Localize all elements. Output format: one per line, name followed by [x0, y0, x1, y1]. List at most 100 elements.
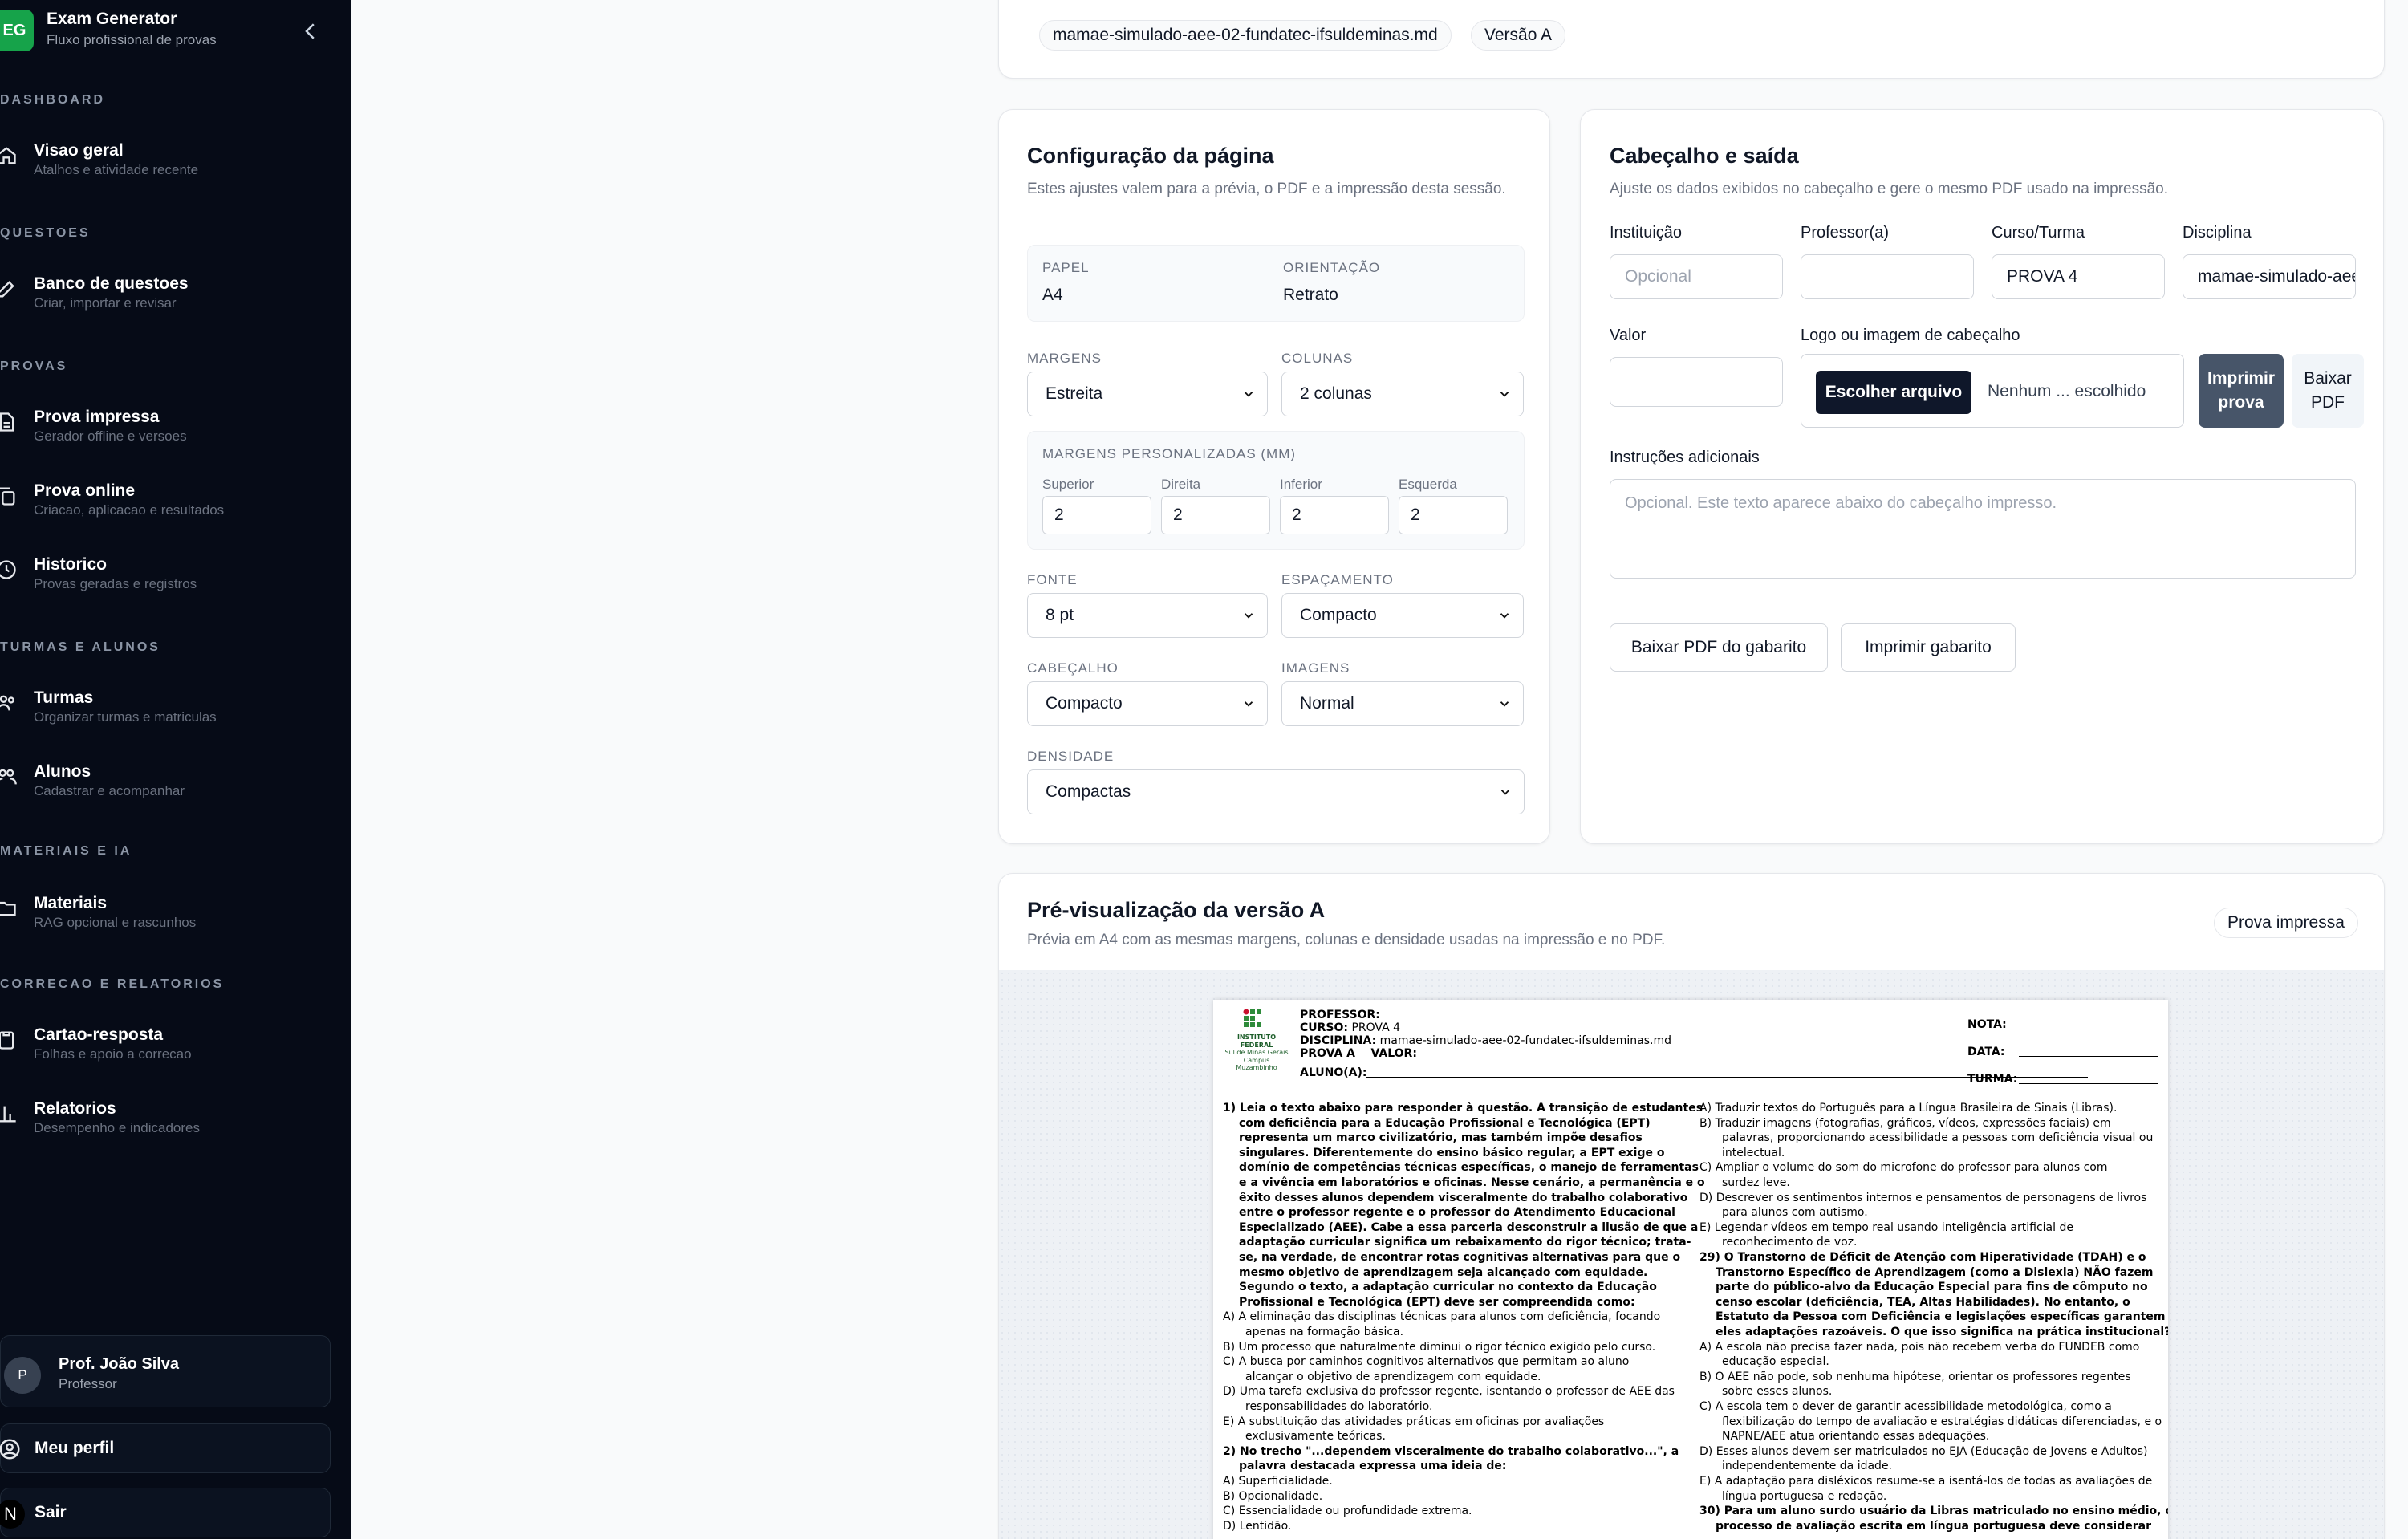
sidebar-item-desc: RAG opcional e rascunhos [34, 915, 197, 930]
chevron-left-icon[interactable] [298, 19, 323, 43]
edit-icon [0, 281, 14, 298]
doc-line: eles adaptações razoáveis. O que isso si… [1716, 1326, 2168, 1338]
config-desc: Estes ajustes valem para a prévia, o PDF… [1027, 181, 1506, 197]
chevron-down-icon [1500, 613, 1509, 619]
doc-line: 1) Leia o texto abaixo para responder à … [1223, 1102, 1703, 1115]
right-margin-input[interactable]: 2 [1161, 496, 1270, 534]
download-pdf-button[interactable]: Baixar PDF [2292, 354, 2364, 428]
choose-file-button[interactable]: Escolher arquivo [1816, 371, 1971, 414]
download-answer-pdf-button[interactable]: Baixar PDF do gabarito [1610, 623, 1828, 672]
print-answer-button[interactable]: Imprimir gabarito [1841, 623, 2016, 672]
header-style-select[interactable]: Compacto [1027, 681, 1268, 726]
institution-input[interactable]: Opcional [1610, 254, 1783, 299]
pdf-line-1: Baixar [2304, 369, 2352, 388]
doc-line: B) Um processo que naturalmente diminui … [1223, 1340, 1656, 1354]
doc-turma-label: TURMA: [1967, 1073, 2018, 1086]
top-margin-label: Superior [1042, 477, 1094, 492]
sidebar-item-alunos[interactable]: Alunos Cadastrar e acompanhar [0, 759, 351, 810]
logout-button[interactable]: N Sair [0, 1488, 331, 1537]
config-title: Configuração da página [1027, 144, 1274, 168]
doc-line: Estatuto da Pessoa com Deficiência e leg… [1716, 1310, 2168, 1324]
chevron-down-icon [1244, 613, 1253, 619]
profile-button[interactable]: Meu perfil [0, 1423, 331, 1473]
logo-file-input[interactable]: Escolher arquivo Nenhum ... escolhido [1801, 354, 2184, 428]
sidebar-item-historico[interactable]: Historico Provas geradas e registros [0, 552, 351, 603]
user-name: Prof. João Silva [59, 1355, 180, 1373]
images-value: Normal [1300, 694, 1354, 713]
file-chip: mamae-simulado-aee-02-fundatec-ifsuldemi… [1039, 20, 1452, 51]
sidebar-item-prova-impressa[interactable]: Prova impressa Gerador offline e versoes [0, 404, 351, 456]
value-input[interactable] [1610, 357, 1783, 407]
images-select[interactable]: Normal [1281, 681, 1524, 726]
doc-line: sobre esses alunos. [1722, 1385, 1833, 1399]
course-input[interactable]: PROVA 4 [1992, 254, 2165, 299]
custom-margins-box: MARGENS PERSONALIZADAS (MM) Superior 2 D… [1027, 431, 1525, 550]
doc-line: exclusivamente teóricas. [1245, 1430, 1386, 1444]
doc-line: D) Uma tarefa exclusiva do professor reg… [1223, 1385, 1675, 1399]
sidebar-item-desc: Organizar turmas e matriculas [34, 709, 217, 725]
sidebar-item-prova-online[interactable]: Prova online Criacao, aplicacao e result… [0, 478, 351, 530]
spacing-select[interactable]: Compacto [1281, 593, 1524, 638]
sidebar-item-materiais[interactable]: Materiais RAG opcional e rascunhos [0, 891, 351, 942]
doc-line: língua portuguesa e redação. [1722, 1489, 1887, 1503]
doc-line: mesmo objetivo de aprendizagem seja alca… [1239, 1265, 1648, 1279]
bottom-margin-label: Inferior [1280, 477, 1322, 492]
subject-input[interactable]: mamae-simulado-aee-02-fundatec-ifsuldemi… [2183, 254, 2356, 299]
top-margin-input[interactable]: 2 [1042, 496, 1151, 534]
doc-line: entre o professor regente e o professor … [1239, 1206, 1675, 1220]
preview-desc: Prévia em A4 com as mesmas margens, colu… [1027, 932, 1666, 948]
doc-line: B) Traduzir imagens (fotografias, gráfic… [1699, 1116, 2111, 1130]
paper-label: PAPEL [1042, 260, 1090, 275]
images-label: IMAGENS [1281, 660, 1350, 676]
chevron-down-icon [1244, 392, 1253, 397]
bar-chart-icon [0, 1106, 16, 1123]
doc-line: E) A substituição das atividades prática… [1223, 1415, 1605, 1428]
instructions-textarea[interactable]: Opcional. Este texto aparece abaixo do c… [1610, 479, 2356, 579]
folder-icon [0, 901, 16, 916]
doc-line: C) A busca por caminhos cognitivos alter… [1223, 1355, 1630, 1369]
teacher-input[interactable] [1801, 254, 1974, 299]
font-select[interactable]: 8 pt [1027, 593, 1268, 638]
doc-turma-line [2019, 1083, 2158, 1084]
paper-box: PAPEL A4 ORIENTAÇÃO Retrato [1027, 245, 1525, 322]
doc-line: C) Ampliar o volume do som do microfone … [1699, 1161, 2108, 1175]
profile-label: Meu perfil [35, 1439, 115, 1457]
sidebar-item-turmas[interactable]: Turmas Organizar turmas e matriculas [0, 685, 351, 737]
doc-line: surdez leve. [1722, 1176, 1790, 1189]
doc-line: Transtorno Específico de Aprendizagem (c… [1716, 1265, 2154, 1279]
spacing-label: ESPAÇAMENTO [1281, 572, 1394, 587]
left-margin-input[interactable]: 2 [1399, 496, 1508, 534]
orientation-label: ORIENTAÇÃO [1283, 260, 1381, 275]
user-circle-icon [0, 1439, 20, 1460]
clipboard-icon [0, 1031, 14, 1050]
doc-line: D) Descrever os sentimentos internos e p… [1699, 1191, 2147, 1204]
print-exam-button[interactable]: Imprimir prova [2199, 354, 2284, 428]
sidebar-item-relatorios[interactable]: Relatorios Desempenho e indicadores [0, 1096, 351, 1147]
doc-line: censo escolar (deficiência, TEA, Altas H… [1716, 1295, 2130, 1309]
density-select[interactable]: Compactas [1027, 770, 1525, 814]
doc-line: 30) Para um aluno surdo usuário da Libra… [1699, 1504, 2168, 1518]
bottom-margin-input[interactable]: 2 [1280, 496, 1389, 534]
columns-select[interactable]: 2 colunas [1281, 372, 1524, 416]
margins-select[interactable]: Estreita [1027, 372, 1268, 416]
doc-line: representa um marco civilizatório, mas t… [1239, 1131, 1643, 1145]
doc-line: singulares. Diferentemente do ensino bás… [1239, 1146, 1665, 1159]
sidebar-item-cartao-resposta[interactable]: Cartao-resposta Folhas e apoio a correca… [0, 1022, 351, 1074]
left-margin-label: Esquerda [1399, 477, 1457, 492]
sidebar-item-visao-geral[interactable]: Visao geral Atalhos e atividade recente [0, 138, 351, 189]
user-group-icon [0, 769, 17, 785]
print-line-2: prova [2218, 393, 2264, 412]
logout-label: Sair [35, 1503, 67, 1521]
doc-line: E) Legendar vídeos em tempo real usando … [1699, 1220, 2073, 1234]
value-label: Valor [1610, 327, 1647, 344]
doc-data-label: DATA: [1967, 1046, 2005, 1058]
sidebar-item-banco-de-questoes[interactable]: Banco de questoes Criar, importar e revi… [0, 271, 351, 323]
doc-line: B) Opcionalidade. [1223, 1489, 1323, 1503]
user-card[interactable]: P Prof. João Silva Professor [0, 1335, 331, 1407]
margins-value: Estreita [1046, 384, 1103, 403]
doc-line: para alunos com autismo. [1722, 1206, 1868, 1220]
sidebar-item-desc: Provas geradas e registros [34, 576, 197, 591]
chevron-down-icon [1500, 790, 1510, 795]
sidebar-item-desc: Criacao, aplicacao e resultados [34, 502, 225, 518]
instructions-label: Instruções adicionais [1610, 449, 1760, 466]
